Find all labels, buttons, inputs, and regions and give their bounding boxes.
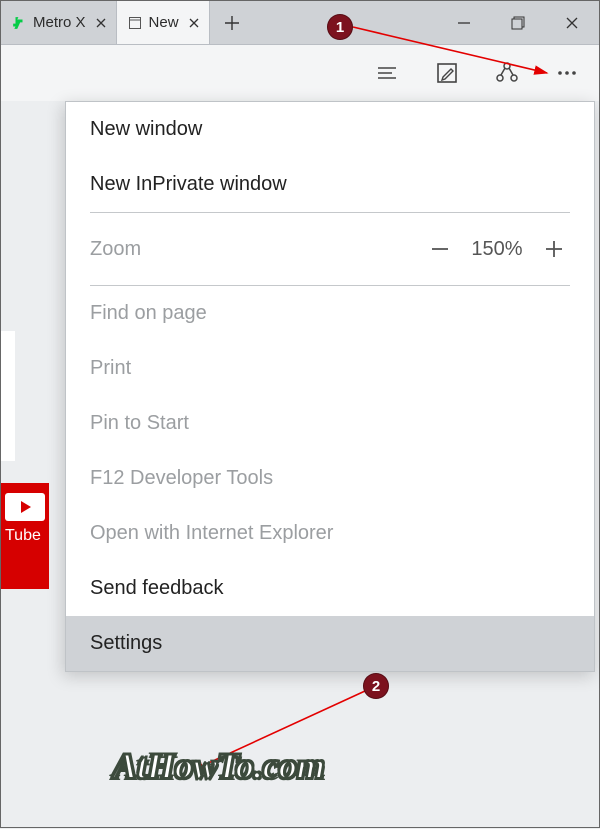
notes-icon[interactable]	[433, 59, 461, 87]
close-window-button[interactable]	[545, 1, 599, 44]
tab-label: Metro X	[33, 14, 86, 31]
zoom-out-button[interactable]	[418, 227, 462, 271]
menu-pin-to-start[interactable]: Pin to Start	[66, 396, 594, 451]
tab-metro[interactable]: Metro X	[1, 1, 117, 44]
menu-dev-tools[interactable]: F12 Developer Tools	[66, 451, 594, 506]
reading-list-icon[interactable]	[373, 59, 401, 87]
youtube-label: Tube	[1, 527, 49, 545]
youtube-icon	[5, 493, 45, 521]
more-menu: New window New InPrivate window Zoom 150…	[65, 101, 595, 672]
sidebar-strip	[1, 331, 15, 461]
toolbar	[1, 45, 599, 101]
page-icon	[127, 15, 143, 31]
menu-new-window[interactable]: New window	[66, 102, 594, 157]
annotation-marker-2: 2	[363, 673, 389, 699]
zoom-in-button[interactable]	[532, 227, 576, 271]
menu-open-ie[interactable]: Open with Internet Explorer	[66, 506, 594, 561]
menu-print[interactable]: Print	[66, 341, 594, 396]
restore-button[interactable]	[491, 1, 545, 44]
tab-new[interactable]: New	[117, 1, 210, 44]
zoom-value: 150%	[462, 238, 532, 261]
titlebar: Metro X New	[1, 1, 599, 45]
deviantart-icon	[11, 15, 27, 31]
close-icon[interactable]	[92, 14, 110, 32]
menu-zoom-row: Zoom 150%	[66, 213, 594, 285]
share-icon[interactable]	[493, 59, 521, 87]
menu-settings[interactable]: Settings	[66, 616, 594, 671]
youtube-tile[interactable]: Tube	[1, 483, 49, 589]
zoom-label: Zoom	[90, 238, 141, 261]
menu-new-inprivate[interactable]: New InPrivate window	[66, 157, 594, 212]
menu-send-feedback[interactable]: Send feedback	[66, 561, 594, 616]
new-tab-button[interactable]	[210, 1, 254, 44]
menu-find-on-page[interactable]: Find on page	[66, 286, 594, 341]
tab-label: New	[149, 14, 179, 31]
annotation-marker-1: 1	[327, 14, 353, 40]
close-icon[interactable]	[185, 14, 203, 32]
minimize-button[interactable]	[437, 1, 491, 44]
watermark: AtHowTo.com	[113, 745, 325, 787]
more-icon[interactable]	[553, 59, 581, 87]
window-controls	[437, 1, 599, 44]
